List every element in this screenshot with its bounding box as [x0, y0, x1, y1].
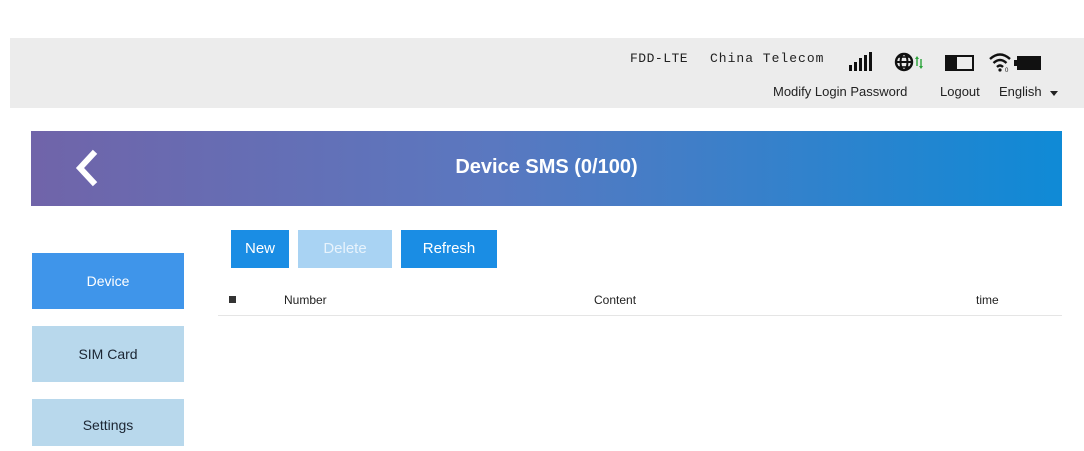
column-header-content: Content	[594, 293, 637, 307]
language-value: English	[999, 84, 1042, 99]
battery-icon	[1014, 56, 1041, 70]
table-header-divider	[218, 315, 1062, 316]
svg-text:0: 0	[1005, 68, 1009, 73]
wifi-icon: 0	[989, 53, 1011, 73]
page-header: Device SMS (0/100)	[31, 131, 1062, 206]
language-select[interactable]: English	[999, 84, 1059, 99]
select-all-checkbox[interactable]	[229, 296, 236, 303]
column-header-number: Number	[284, 293, 327, 307]
carrier-name: China Telecom	[710, 51, 825, 66]
caret-down-icon	[1050, 91, 1059, 96]
globe-data-icon	[894, 52, 923, 72]
clipped-heading-text	[18, 0, 34, 24]
logout-link[interactable]: Logout	[940, 84, 980, 99]
modify-login-password-link[interactable]: Modify Login Password	[773, 84, 907, 99]
sidebar-item-device[interactable]: Device	[32, 253, 184, 309]
page-title: Device SMS (0/100)	[455, 156, 638, 178]
sim-icon	[945, 55, 974, 71]
network-type: FDD-LTE	[630, 51, 689, 66]
sidebar-item-sim-card[interactable]: SIM Card	[32, 326, 184, 382]
column-header-time: time	[976, 293, 999, 307]
delete-button[interactable]: Delete	[298, 230, 392, 268]
clipped-heading-fragment	[0, 0, 1084, 38]
status-bar: FDD-LTE China Telecom 0 Modify Login Pas…	[10, 38, 1084, 108]
signal-icon	[849, 52, 872, 71]
sidebar-item-settings[interactable]: Settings	[32, 399, 184, 446]
refresh-button[interactable]: Refresh	[401, 230, 497, 268]
new-button[interactable]: New	[231, 230, 289, 268]
